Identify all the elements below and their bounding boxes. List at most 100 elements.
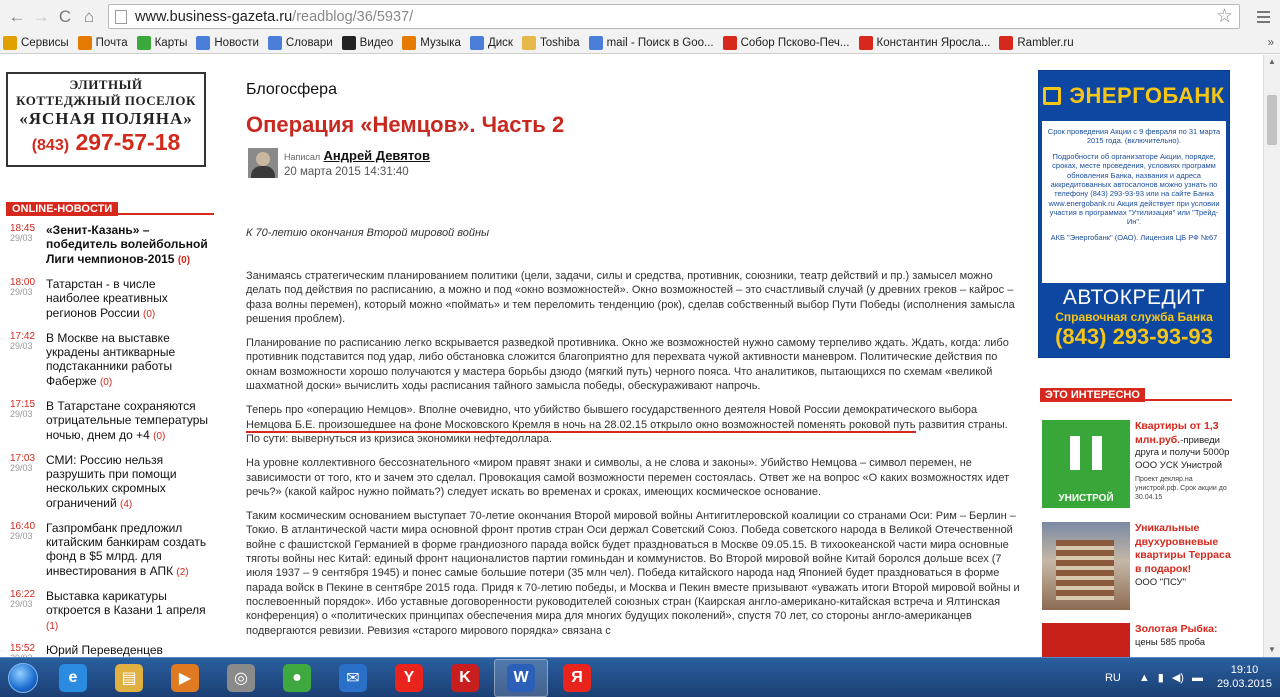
news-title[interactable]: В Татарстане сохраняются отрицательные т… xyxy=(46,399,210,443)
volume-icon[interactable]: ◀) xyxy=(1172,671,1184,684)
news-item[interactable]: 16:22 29/03 Выставка карикатуры откроется … xyxy=(10,589,210,633)
promo-title: Золотая Рыбка: xyxy=(1135,623,1218,635)
promo-terrace[interactable]: Уникальные двухуровневые квартиры Террас… xyxy=(1042,522,1232,610)
bookmark-label: Новости xyxy=(214,37,259,49)
news-title[interactable]: В Москве на выставке украдены антикварны… xyxy=(46,331,210,389)
kaspersky-icon: K xyxy=(451,663,479,692)
bookmark-item[interactable]: Карты xyxy=(136,36,187,50)
promo-golden-fish[interactable]: Золотая Рыбка: цены 585 проба xyxy=(1042,623,1232,657)
menu-icon[interactable] xyxy=(1252,10,1274,23)
unistroy-logo: УНИСТРОЙ xyxy=(1042,420,1130,508)
news-title[interactable]: Юрий Переведенцев рассказал, чем грозит xyxy=(46,643,210,657)
taskbar-app-yandex[interactable]: Я xyxy=(550,659,604,697)
tray-arrow-icon[interactable]: ▲ xyxy=(1139,672,1150,684)
taskbar-app-chrome[interactable]: ● xyxy=(270,659,324,697)
interesting-title: ЭТО ИНТЕРЕСНО xyxy=(1040,388,1145,402)
news-item[interactable]: 16:40 29/03 Газпромбанк предложил китайски… xyxy=(10,521,210,579)
bank-phone: (843) 293-93-93 xyxy=(1055,324,1213,349)
bookmark-label: Музыка xyxy=(420,37,461,49)
news-time: 16:40 29/03 xyxy=(10,520,36,541)
taskbar-app-settings[interactable]: ◎ xyxy=(214,659,268,697)
page-scrollbar[interactable]: ▲ ▼ xyxy=(1263,55,1280,657)
battery-icon[interactable]: ▬ xyxy=(1192,672,1203,684)
apps-icon xyxy=(3,36,17,50)
taskbar-app-mail[interactable]: ✉ xyxy=(326,659,380,697)
news-time: 18:00 29/03 xyxy=(10,276,36,297)
cottage-ad-banner[interactable]: ЭЛИТНЫЙ КОТТЕДЖНЫЙ ПОСЕЛОК «ЯСНАЯ ПОЛЯНА… xyxy=(6,72,206,167)
building-image xyxy=(1042,522,1130,610)
author-link[interactable]: Андрей Девятов xyxy=(324,148,430,163)
chrome-icon: ● xyxy=(283,663,311,692)
interesting-header: ЭТО ИНТЕРЕСНО xyxy=(1040,387,1232,402)
scroll-down-icon[interactable]: ▼ xyxy=(1264,643,1280,657)
web-page: ЭЛИТНЫЙ КОТТЕДЖНЫЙ ПОСЕЛОК «ЯСНАЯ ПОЛЯНА… xyxy=(0,55,1280,657)
taskbar-app-explorer[interactable]: ▤ xyxy=(102,659,156,697)
news-item[interactable]: 17:03 29/03 СМИ: Россию нельзя разрушить п… xyxy=(10,453,210,511)
news-item[interactable]: 17:15 29/03 В Татарстане сохраняются отриц… xyxy=(10,399,210,443)
start-button[interactable] xyxy=(0,659,46,697)
yandex-icon xyxy=(999,36,1014,50)
bookmark-item[interactable]: Toshiba xyxy=(521,36,580,50)
energobank-logo: ЭНЕРГОБАНК xyxy=(1039,71,1229,121)
news-item[interactable]: 17:42 29/03 В Москве на выставке украдены … xyxy=(10,331,210,389)
mail-icon: ✉ xyxy=(339,663,367,692)
home-button[interactable]: ⌂ xyxy=(78,6,100,28)
bookmark-item[interactable]: Музыка xyxy=(402,36,461,50)
bookmark-label: Видео xyxy=(359,37,394,49)
windows-logo-icon xyxy=(8,662,38,693)
news-title[interactable]: Выставка карикатуры откроется в Казани 1… xyxy=(46,589,210,633)
bookmark-item[interactable]: Диск xyxy=(469,36,513,50)
author-avatar[interactable] xyxy=(248,148,278,178)
taskbar-apps: e ▤ ▶ ◎ ● ✉ Y K W Я xyxy=(46,658,606,697)
system-tray: RU ▲ ▮ ◀) ▬ 19:10 29.03.2015 xyxy=(1105,664,1280,692)
scroll-up-icon[interactable]: ▲ xyxy=(1264,55,1280,69)
promo-unistroy[interactable]: УНИСТРОЙ Квартиры от 1,3 млн.руб.-привед… xyxy=(1042,420,1232,508)
page-icon xyxy=(196,36,211,50)
bookmark-item[interactable]: Новости xyxy=(196,36,259,50)
back-button[interactable]: ← xyxy=(6,6,28,28)
forward-button[interactable]: → xyxy=(30,6,52,28)
bookmark-label: Сервисы xyxy=(21,37,69,49)
paragraph-2: Планирование по расписанию легко вскрыва… xyxy=(246,337,1009,393)
taskbar-app-kaspersky[interactable]: K xyxy=(438,659,492,697)
bookmark-item[interactable]: Собор Псково-Печ... xyxy=(722,36,850,50)
taskbar-app-ie[interactable]: e xyxy=(46,659,100,697)
promo-footnote: Проект декляр.на унистрой.рф. Срок акции… xyxy=(1135,475,1227,502)
bookmark-item[interactable]: Почта xyxy=(77,36,128,50)
taskbar-app-word[interactable]: W xyxy=(494,658,548,697)
language-indicator[interactable]: RU xyxy=(1105,672,1121,684)
clock[interactable]: 19:10 29.03.2015 xyxy=(1217,664,1272,692)
news-item[interactable]: 15:5229/03 Юрий Переведенцев рассказал, ч… xyxy=(10,643,210,657)
yandex-icon xyxy=(722,36,737,50)
news-time: 17:42 29/03 xyxy=(10,330,36,351)
yandex-browser-icon: Y xyxy=(395,663,423,692)
taskbar-app-media-player[interactable]: ▶ xyxy=(158,659,212,697)
news-item[interactable]: 18:45 29/03 «Зенит-Казань» – победитель во… xyxy=(10,223,210,267)
comment-count: (4) xyxy=(120,498,133,510)
paragraph-1: Занимаясь стратегическим планированием п… xyxy=(246,270,1015,325)
url-host: www.business-gazeta.ru xyxy=(135,8,293,25)
bookmark-item[interactable]: Видео xyxy=(341,36,394,50)
news-title[interactable]: «Зенит-Казань» – победитель волейбольной… xyxy=(46,223,210,267)
taskbar-app-yandex-browser[interactable]: Y xyxy=(382,659,436,697)
bookmark-item[interactable]: mail - Поиск в Goo... xyxy=(588,36,714,50)
rubric-label[interactable]: Блогосфера xyxy=(246,81,337,99)
reload-button[interactable]: C xyxy=(54,6,76,28)
news-title[interactable]: СМИ: Россию нельзя разрушить при помощи … xyxy=(46,453,210,511)
bookmarks-overflow-button[interactable]: » xyxy=(1268,37,1274,49)
scroll-thumb[interactable] xyxy=(1267,95,1277,145)
network-icon[interactable]: ▮ xyxy=(1158,671,1164,684)
news-time: 18:45 29/03 xyxy=(10,223,36,243)
news-item[interactable]: 18:00 29/03 Татарстан - в числе наиболее к… xyxy=(10,277,210,321)
energobank-ad[interactable]: ЭНЕРГОБАНК Срок проведения Акции с 9 фев… xyxy=(1038,70,1230,358)
news-title[interactable]: Татарстан - в числе наиболее креативных … xyxy=(46,277,210,321)
bookmark-star-icon[interactable]: ☆ xyxy=(1216,5,1233,28)
bookmark-label: mail - Поиск в Goo... xyxy=(606,37,714,49)
bookmark-item[interactable]: Rambler.ru xyxy=(999,36,1074,50)
media-player-icon: ▶ xyxy=(171,663,199,692)
bookmark-item[interactable]: Константин Яросла... xyxy=(858,36,990,50)
address-bar[interactable]: www.business-gazeta.ru/readblog/36/5937/… xyxy=(108,4,1240,29)
bookmark-item[interactable]: Сервисы xyxy=(3,36,69,50)
bookmark-item[interactable]: Словари xyxy=(267,36,333,50)
news-title[interactable]: Газпромбанк предложил китайским банкирам… xyxy=(46,521,210,579)
